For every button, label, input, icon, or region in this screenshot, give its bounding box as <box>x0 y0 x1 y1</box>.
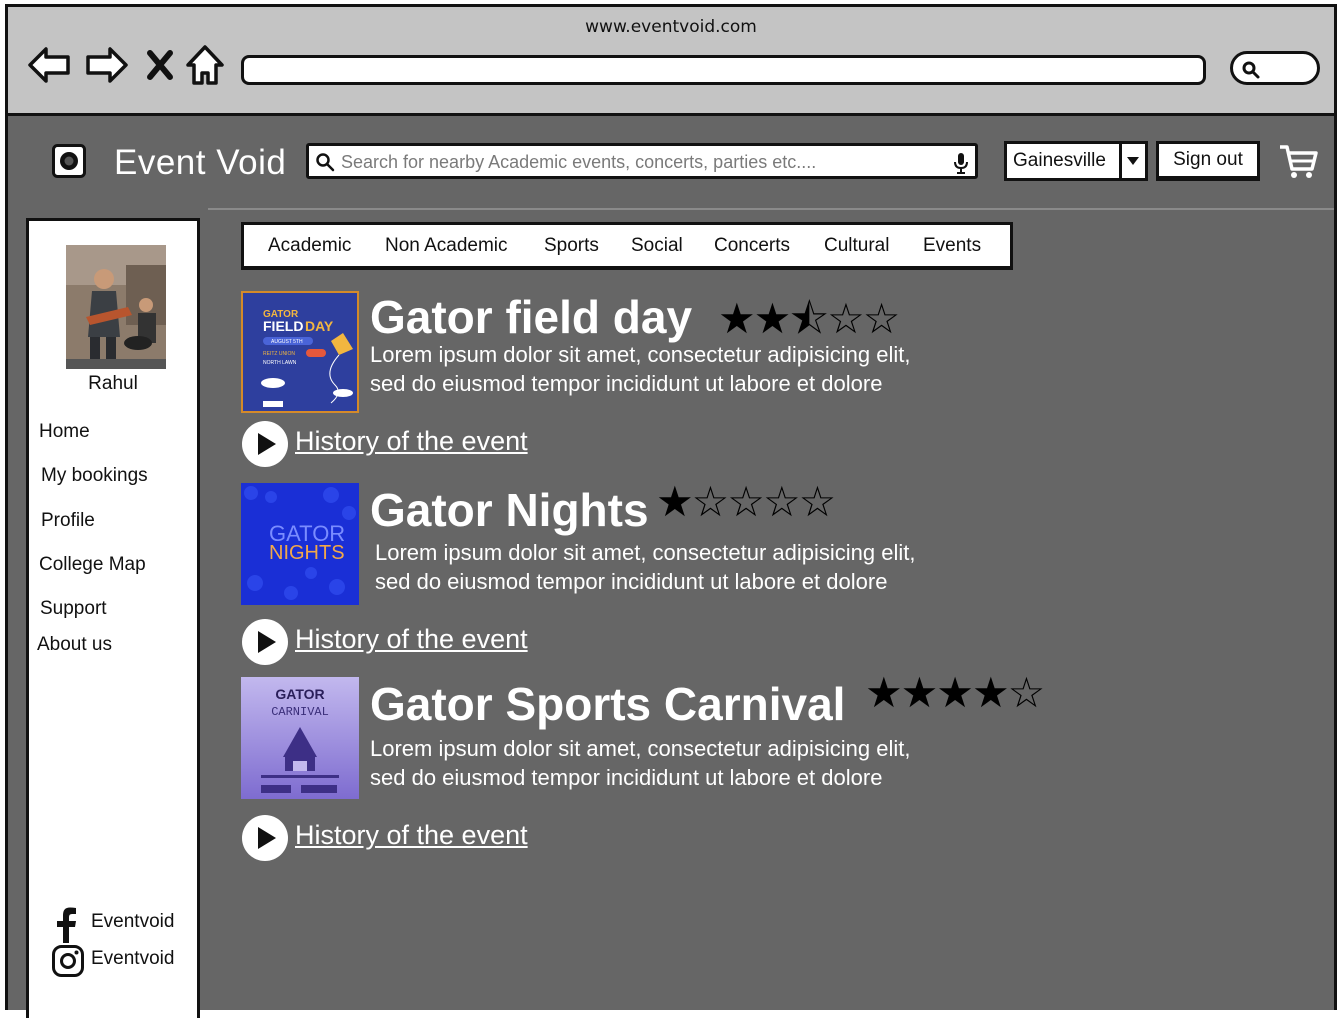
event-description-line: sed do eiusmod tempor incididunt ut labo… <box>370 371 883 396</box>
chevron-down-icon[interactable] <box>1119 144 1145 178</box>
category-sports[interactable]: Sports <box>544 235 599 257</box>
category-events[interactable]: Events <box>923 235 981 257</box>
history-link[interactable]: History of the event <box>241 618 561 666</box>
location-select[interactable]: Gainesville <box>1004 141 1148 181</box>
event-description-line: Lorem ipsum dolor sit amet, consectetur … <box>375 540 916 565</box>
sidebar: Rahul Home My bookings Profile College M… <box>26 218 200 1018</box>
play-icon <box>242 619 288 665</box>
thumb-text: NORTH LAWN <box>263 360 297 366</box>
signout-button[interactable]: Sign out <box>1156 141 1260 181</box>
search-icon <box>316 153 335 172</box>
location-value: Gainesville <box>1013 150 1106 171</box>
logo-icon[interactable] <box>52 144 86 178</box>
home-icon[interactable] <box>184 41 232 89</box>
sidebar-item-college-map[interactable]: College Map <box>39 554 146 576</box>
event-search-box[interactable] <box>306 143 978 179</box>
sidebar-item-support[interactable]: Support <box>40 598 107 620</box>
app-title: Event Void <box>114 143 287 182</box>
facebook-link[interactable]: Eventvoid <box>51 907 191 943</box>
sidebar-item-my-bookings[interactable]: My bookings <box>41 465 148 487</box>
browser-chrome: www.eventvoid.com <box>8 7 1334 116</box>
history-link-label: History of the event <box>295 820 528 850</box>
star-rating: ★★★★☆ <box>865 668 1045 717</box>
event-description-line: Lorem ipsum dolor sit amet, consectetur … <box>370 736 911 761</box>
microphone-icon[interactable] <box>953 152 969 174</box>
play-icon <box>242 421 288 467</box>
forward-arrow-icon[interactable] <box>82 41 130 89</box>
category-concerts[interactable]: Concerts <box>714 235 790 257</box>
address-bar[interactable] <box>241 55 1206 85</box>
instagram-icon <box>52 945 84 977</box>
instagram-link[interactable]: Eventvoid <box>51 944 191 978</box>
sidebar-item-about-us[interactable]: About us <box>37 634 112 656</box>
history-link-label: History of the event <box>295 426 528 456</box>
search-icon <box>1242 61 1260 79</box>
thumb-text: AUGUST 5TH <box>271 339 303 345</box>
username: Rahul <box>88 373 138 394</box>
category-academic[interactable]: Academic <box>268 235 351 257</box>
event-description-line: Lorem ipsum dolor sit amet, consectetur … <box>370 342 911 367</box>
instagram-label: Eventvoid <box>91 948 175 969</box>
event-description-line: sed do eiusmod tempor incididunt ut labo… <box>370 765 883 790</box>
browser-window: www.eventvoid.com Event Void Gainesville <box>5 4 1337 1018</box>
history-link[interactable]: History of the event <box>241 420 561 468</box>
thumb-text: REITZ UNION <box>263 351 295 357</box>
history-link-label: History of the event <box>295 624 528 654</box>
header-divider <box>208 208 1334 210</box>
event-thumbnail[interactable]: GATOR CARNIVAL <box>241 677 359 799</box>
category-non-academic[interactable]: Non Academic <box>385 235 508 257</box>
thumb-text: FIELD <box>263 318 303 334</box>
avatar[interactable] <box>66 245 166 369</box>
event-description-line: sed do eiusmod tempor incididunt ut labo… <box>375 569 888 594</box>
sidebar-item-home[interactable]: Home <box>39 421 90 443</box>
category-social[interactable]: Social <box>631 235 683 257</box>
browser-search-field[interactable] <box>1230 51 1320 85</box>
event-thumbnail[interactable]: GATOR NIGHTS <box>241 483 359 605</box>
history-link[interactable]: History of the event <box>241 814 561 862</box>
close-icon[interactable] <box>142 41 178 89</box>
play-icon <box>242 815 288 861</box>
event-title[interactable]: Gator Nights <box>370 483 649 537</box>
event-thumbnail[interactable]: GATOR FIELD DAY AUGUST 5TH REITZ UNION N… <box>241 291 359 413</box>
back-arrow-icon[interactable] <box>26 41 74 89</box>
url-text: www.eventvoid.com <box>585 17 757 37</box>
event-title[interactable]: Gator Sports Carnival <box>370 677 845 731</box>
facebook-icon <box>57 907 76 943</box>
thumb-text: GATOR <box>275 686 324 702</box>
sidebar-item-profile[interactable]: Profile <box>41 510 95 532</box>
thumb-text: NIGHTS <box>269 542 345 564</box>
category-bar: Academic Non Academic Sports Social Conc… <box>241 222 1013 270</box>
cart-icon[interactable] <box>1278 143 1318 185</box>
facebook-label: Eventvoid <box>91 911 175 932</box>
star-rating: ★☆☆☆☆ <box>656 477 836 526</box>
category-cultural[interactable]: Cultural <box>824 235 889 257</box>
thumb-text: DAY <box>305 318 334 334</box>
thumb-text: CARNIVAL <box>271 705 329 719</box>
search-input[interactable] <box>339 148 939 176</box>
event-title[interactable]: Gator field day <box>370 290 692 344</box>
